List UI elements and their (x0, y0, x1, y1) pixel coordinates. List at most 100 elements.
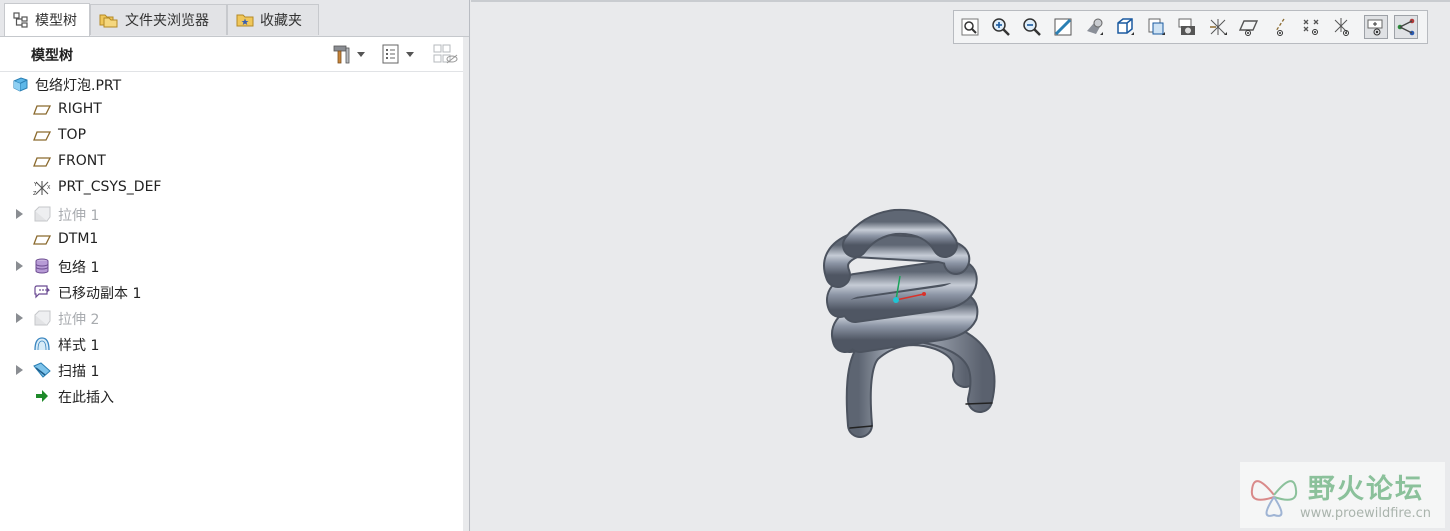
saved-views-button[interactable] (1144, 15, 1168, 39)
tree-item-label: 包络 1 (58, 260, 100, 276)
view-toolbar (953, 10, 1428, 44)
watermark-url: www.proewildfire.cn (1300, 506, 1431, 521)
viewport-top-border (471, 0, 1450, 2)
tree-item-label: TOP (58, 127, 87, 143)
style-icon (34, 337, 50, 351)
saved-orientations-icon (1117, 18, 1134, 35)
view-manager-icon (1178, 18, 1195, 35)
expand-arrow-icon[interactable] (16, 365, 23, 375)
datum-plane-icon (33, 105, 51, 115)
model-tree-header: 模型树 (0, 37, 463, 72)
tree-item-label: 拉伸 2 (58, 312, 100, 328)
tab-label: 收藏夹 (260, 13, 302, 29)
csys-display-button[interactable] (1330, 15, 1354, 39)
svg-text:Z: Z (33, 191, 37, 196)
chevron-down-icon (406, 51, 414, 57)
show-options-icon (382, 44, 399, 64)
saved-orientations-button[interactable] (1113, 15, 1137, 39)
wrap-icon (35, 258, 49, 274)
tree-item-label: 已移动副本 1 (58, 286, 142, 302)
point-display-icon (1303, 19, 1319, 35)
tree-item-wrap-1[interactable]: 包络 1 (0, 253, 463, 279)
csys-display-icon (1334, 18, 1349, 36)
datum-display-filters-button[interactable] (1206, 15, 1230, 39)
view-manager-button[interactable] (1175, 15, 1199, 39)
display-style-button[interactable] (1082, 15, 1106, 39)
extrude-icon (34, 310, 51, 326)
show-options-button[interactable] (380, 43, 414, 65)
watermark-title: 野火论坛 (1308, 474, 1424, 505)
repaint-icon (1054, 18, 1072, 36)
favorites-icon (236, 14, 254, 27)
tree-item-label: 在此插入 (58, 390, 114, 406)
tree-item-label: 拉伸 1 (58, 208, 100, 224)
butterfly-logo-icon (1250, 480, 1298, 517)
chevron-down-icon (357, 51, 365, 57)
axis-display-icon (1275, 18, 1285, 36)
tree-item-top[interactable]: TOP (0, 123, 463, 149)
spring-3d-model[interactable] (800, 200, 1020, 440)
svg-text:X: X (47, 185, 51, 191)
tree-scrollbar[interactable] (463, 37, 469, 531)
display-style-icon (1087, 18, 1103, 35)
datum-plane-icon (33, 131, 51, 141)
spin-center-button[interactable] (1364, 15, 1388, 39)
model-tree-icon (13, 12, 28, 28)
tree-item-label: RIGHT (58, 101, 102, 117)
expand-arrow-icon[interactable] (16, 313, 23, 323)
column-display-icon (433, 44, 458, 64)
point-display-button[interactable] (1299, 15, 1323, 39)
tree-item-label: 样式 1 (58, 338, 100, 354)
tree-item-dtm1[interactable]: DTM1 (0, 227, 463, 253)
tree-item-label: DTM1 (58, 231, 99, 247)
tree-title: 模型树 (31, 48, 73, 64)
settings-hammer-icon (333, 45, 350, 64)
plane-display-button[interactable] (1237, 15, 1261, 39)
datum-plane-icon (33, 235, 51, 245)
zoom-out-icon (1023, 18, 1041, 36)
expand-arrow-icon[interactable] (16, 209, 23, 219)
model-tree-panel: 模型树 文件夹浏览器 收藏夹 模型树 包络灯泡.PRT RIGHT TOP FR… (0, 0, 470, 531)
tree-item-label: FRONT (58, 153, 106, 169)
axis-display-button[interactable] (1268, 15, 1292, 39)
navigator-tab-bar: 模型树 文件夹浏览器 收藏夹 (0, 0, 469, 37)
tree-item-front[interactable]: FRONT (0, 149, 463, 175)
spin-center-icon (1367, 19, 1383, 36)
part-icon (13, 77, 28, 92)
zoom-in-button[interactable] (989, 15, 1013, 39)
tree-item-moved-copy-1[interactable]: 已移动副本 1 (0, 279, 463, 305)
tab-model-tree[interactable]: 模型树 (4, 3, 90, 36)
zoom-out-button[interactable] (1020, 15, 1044, 39)
settings-button[interactable] (331, 43, 365, 65)
extrude-icon (34, 206, 51, 222)
tree-root-label: 包络灯泡.PRT (35, 78, 122, 94)
tree-item-label: 扫描 1 (58, 364, 100, 380)
sweep-icon (33, 362, 51, 378)
datum-plane-icon (33, 157, 51, 167)
annotation-display-button[interactable] (1394, 15, 1418, 39)
moved-copy-icon (34, 285, 51, 299)
tab-favorites[interactable]: 收藏夹 (227, 4, 319, 35)
insert-here-arrow-icon (36, 390, 48, 402)
spring-tube (823, 208, 996, 438)
repaint-button[interactable] (1051, 15, 1075, 39)
tree-item-extrude-1[interactable]: 拉伸 1 (0, 201, 463, 227)
refit-button[interactable] (958, 15, 982, 39)
tab-folder-browser[interactable]: 文件夹浏览器 (90, 4, 227, 35)
tree-item-style-1[interactable]: 样式 1 (0, 331, 463, 357)
tree-item-insert-here[interactable]: 在此插入 (0, 383, 463, 409)
tree-item-csys[interactable]: Y X Z PRT_CSYS_DEF (0, 175, 463, 201)
folder-browser-icon (99, 14, 118, 28)
tab-label: 文件夹浏览器 (125, 13, 209, 29)
tab-label: 模型树 (35, 13, 77, 29)
tree-item-right[interactable]: RIGHT (0, 97, 463, 123)
tree-item-label: PRT_CSYS_DEF (58, 179, 162, 195)
plane-display-icon (1239, 20, 1259, 36)
coordinate-system-icon: Y X Z (33, 181, 51, 196)
tree-item-extrude-2[interactable]: 拉伸 2 (0, 305, 463, 331)
expand-arrow-icon[interactable] (16, 261, 23, 271)
tree-root-node[interactable]: 包络灯泡.PRT (0, 71, 463, 97)
column-display-button[interactable] (433, 43, 459, 65)
refit-icon (961, 18, 979, 36)
tree-item-sweep-1[interactable]: 扫描 1 (0, 357, 463, 383)
